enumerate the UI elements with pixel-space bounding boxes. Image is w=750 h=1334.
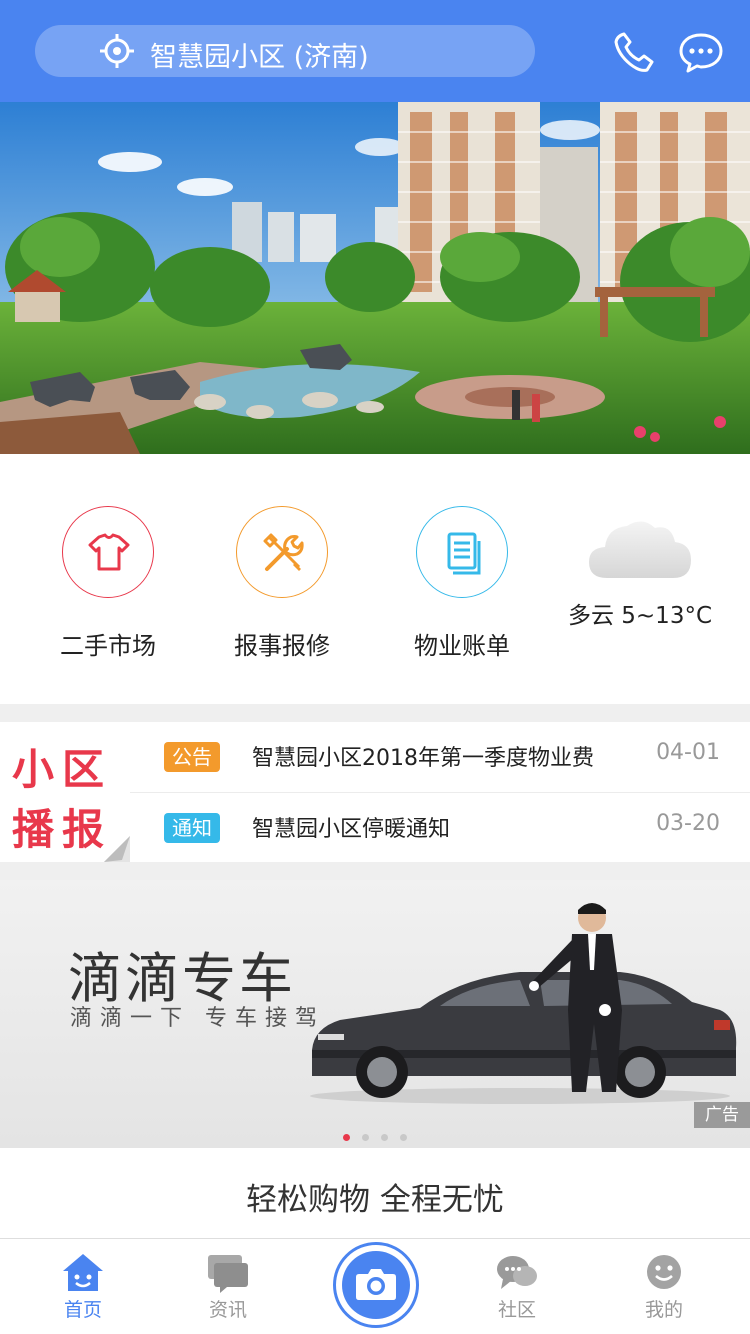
ad-banner[interactable]: 滴滴专车 滴滴一下 专车接驾 广告 <box>0 880 750 1148</box>
home-icon <box>63 1254 103 1291</box>
quick-item-property-bill[interactable]: 物业账单 <box>387 506 537 661</box>
document-icon <box>447 532 481 575</box>
news-tag-notice: 通知 <box>164 813 220 843</box>
ad-carousel-dots <box>0 1126 750 1145</box>
location-bar[interactable]: 智慧园小区 (济南) <box>35 25 535 77</box>
profile-icon <box>647 1255 681 1289</box>
tab-label: 资讯 <box>208 1299 247 1321</box>
weather-widget[interactable]: 多云 5~13°C <box>560 516 720 630</box>
tab-label: 社区 <box>497 1299 536 1321</box>
residential-garden-illustration <box>0 102 750 454</box>
broadcast-logo: 小区 播报 <box>0 722 130 862</box>
banner-image[interactable] <box>0 102 750 454</box>
car-with-chauffeur-image <box>310 903 737 1104</box>
quick-item-circle <box>416 506 508 598</box>
news-tag-announcement: 公告 <box>164 742 220 772</box>
news-icon <box>208 1255 248 1293</box>
tab-community[interactable]: 社区 <box>442 1239 592 1334</box>
quick-item-label: 报事报修 <box>234 632 330 660</box>
chat-bubble-icon[interactable] <box>678 30 724 74</box>
tab-label: 我的 <box>644 1299 683 1321</box>
camera-icon <box>356 1269 396 1300</box>
news-item[interactable]: 通知 智慧园小区停暖通知 03-20 <box>130 792 750 862</box>
news-item[interactable]: 公告 智慧园小区2018年第一季度物业费 04-01 <box>130 722 750 792</box>
camera-button-inner <box>342 1251 410 1319</box>
broadcast-logo-line2: 播报 <box>12 805 113 854</box>
tab-profile[interactable]: 我的 <box>589 1239 739 1334</box>
ad-subtitle: 滴滴一下 专车接驾 <box>70 1006 325 1031</box>
quick-item-label: 物业账单 <box>414 632 510 660</box>
top-header: 智慧园小区 (济南) <box>0 0 750 102</box>
news-title: 智慧园小区2018年第一季度物业费 <box>252 746 594 771</box>
news-date: 04-01 <box>656 740 720 765</box>
quick-actions: 二手市场 报事报修 物业账单 多云 5~13°C <box>0 454 750 704</box>
weather-text: 多云 5~13°C <box>567 603 713 629</box>
tab-label: 首页 <box>63 1299 102 1321</box>
locate-icon <box>100 34 134 68</box>
carousel-dot[interactable] <box>381 1134 388 1141</box>
phone-icon[interactable] <box>612 30 656 74</box>
location-text: 智慧园小区 (济南) <box>150 42 369 73</box>
tshirt-icon <box>88 533 130 571</box>
quick-item-second-hand-market[interactable]: 二手市场 <box>33 506 183 661</box>
carousel-dot[interactable] <box>362 1134 369 1141</box>
shopping-section: 轻松购物 全程无忧 <box>0 1148 750 1238</box>
carousel-dot[interactable] <box>400 1134 407 1141</box>
shopping-title: 轻松购物 全程无忧 <box>246 1182 504 1218</box>
quick-item-circle <box>62 506 154 598</box>
quick-item-report-repair[interactable]: 报事报修 <box>207 506 357 661</box>
page-curl-icon <box>104 836 130 862</box>
tab-news[interactable]: 资讯 <box>153 1239 303 1334</box>
community-icon <box>497 1256 537 1289</box>
tab-home[interactable]: 首页 <box>8 1239 158 1334</box>
carousel-dot[interactable] <box>343 1134 350 1141</box>
community-broadcast: 小区 播报 公告 智慧园小区2018年第一季度物业费 04-01 通知 智慧园小… <box>0 722 750 862</box>
news-title: 智慧园小区停暖通知 <box>252 817 451 842</box>
broadcast-logo-line1: 小区 <box>12 745 113 794</box>
camera-button[interactable] <box>333 1242 419 1328</box>
tools-icon <box>263 533 304 571</box>
cloud-icon <box>589 521 691 578</box>
news-date: 03-20 <box>656 811 720 836</box>
ad-badge: 广告 <box>694 1102 750 1128</box>
quick-item-circle <box>236 506 328 598</box>
quick-item-label: 二手市场 <box>60 632 156 660</box>
